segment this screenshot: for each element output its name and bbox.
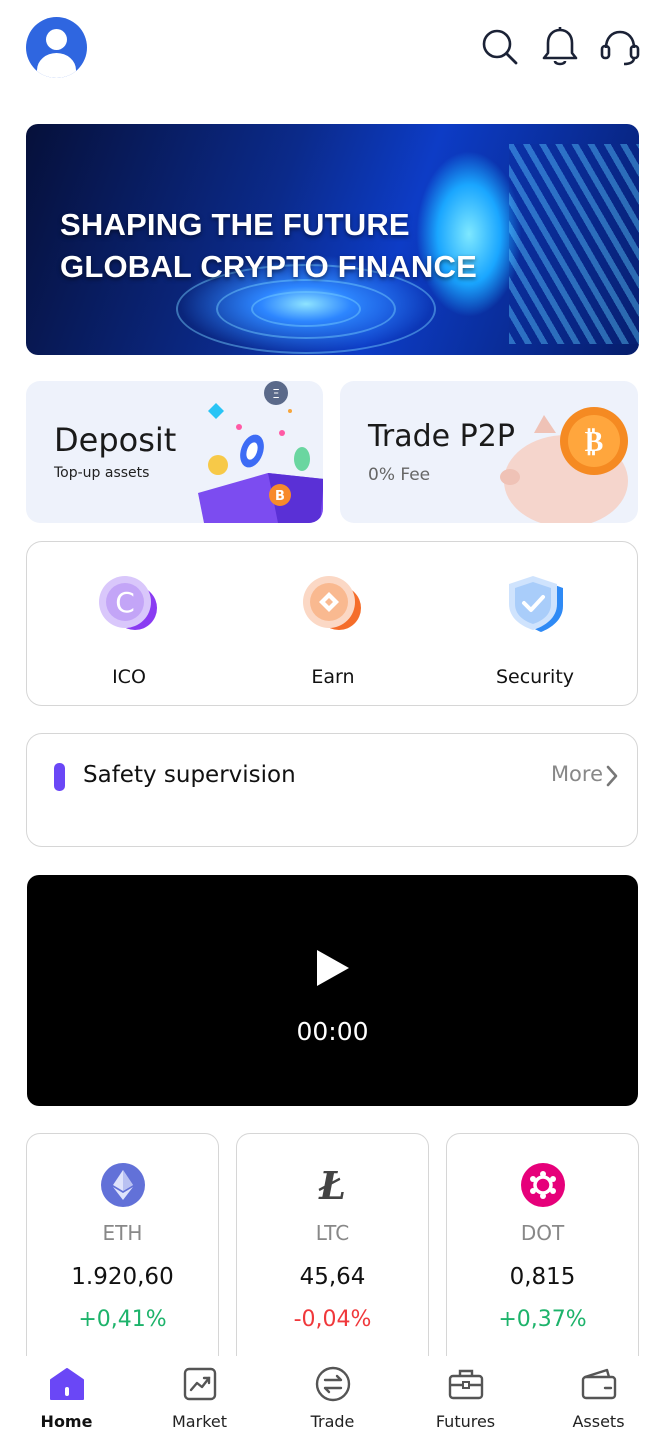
ticker-symbol: ETH: [102, 1221, 143, 1245]
ticker-symbol: LTC: [315, 1221, 350, 1245]
tab-futures[interactable]: Futures: [399, 1356, 532, 1440]
deposit-illustration-icon: Ξ B: [198, 381, 323, 523]
tab-market[interactable]: Market: [133, 1356, 266, 1440]
deposit-card[interactable]: Deposit Top-up assets Ξ B: [26, 381, 323, 523]
feature-ico[interactable]: C ICO: [29, 572, 229, 688]
video-timestamp: 00:00: [296, 1017, 369, 1046]
top-bar: [0, 0, 665, 100]
tab-home[interactable]: Home: [0, 1356, 133, 1440]
ticker-price: 0,815: [509, 1264, 576, 1290]
feature-grid: C ICO Earn Security: [26, 541, 638, 706]
ticker-change: +0,37%: [498, 1307, 587, 1332]
piggy-bank-icon: ₿: [500, 407, 628, 523]
svg-text:C: C: [115, 586, 135, 619]
quick-action-cards: Deposit Top-up assets Ξ B ₿ Trade P2P 0%…: [26, 381, 638, 523]
trade-p2p-card[interactable]: ₿ Trade P2P 0% Fee: [340, 381, 638, 523]
bell-icon[interactable]: [539, 26, 581, 68]
headset-icon[interactable]: [599, 26, 641, 68]
trade-p2p-title: Trade P2P: [368, 419, 515, 454]
promo-banner[interactable]: SHAPING THE FUTURE GLOBAL CRYPTO FINANCE: [26, 124, 639, 355]
banner-title: SHAPING THE FUTURE GLOBAL CRYPTO FINANCE: [60, 204, 477, 288]
bottom-tab-bar: Home Market Trade Futures Assets: [0, 1356, 665, 1440]
ltc-coin-icon: Ł: [319, 1162, 346, 1208]
earn-diamond-icon: [301, 572, 365, 636]
shield-check-icon: [503, 572, 567, 636]
tab-trade[interactable]: Trade: [266, 1356, 399, 1440]
ticker-price: 45,64: [299, 1264, 366, 1290]
user-avatar-icon[interactable]: [26, 17, 87, 78]
briefcase-icon: [448, 1366, 484, 1402]
dot-coin-icon: [520, 1163, 565, 1207]
chevron-right-icon[interactable]: [605, 764, 619, 788]
ticker-card-eth[interactable]: ETH 1.920,60 +0,41%: [26, 1133, 219, 1373]
trade-p2p-subtitle: 0% Fee: [368, 465, 431, 485]
tab-label: Assets: [572, 1412, 625, 1431]
more-link[interactable]: More: [551, 762, 603, 786]
safety-supervision-panel: Safety supervision More: [26, 733, 638, 847]
ticker-change: -0,04%: [293, 1307, 372, 1332]
play-icon[interactable]: [315, 948, 351, 988]
tab-label: Home: [40, 1412, 93, 1431]
feature-label: Security: [495, 666, 575, 688]
feature-earn[interactable]: Earn: [233, 572, 433, 688]
ticker-price: 1.920,60: [71, 1264, 174, 1290]
ticker-change: +0,41%: [78, 1307, 167, 1332]
tab-label: Trade: [310, 1412, 355, 1431]
exchange-icon: [315, 1366, 351, 1402]
banner-line-1: SHAPING THE FUTURE: [60, 207, 410, 242]
market-tickers: ETH 1.920,60 +0,41% Ł LTC 45,64 -0,04% D…: [26, 1133, 639, 1373]
tab-assets[interactable]: Assets: [532, 1356, 665, 1440]
banner-line-2: GLOBAL CRYPTO FINANCE: [60, 249, 477, 284]
wallet-icon: [581, 1366, 617, 1402]
feature-security[interactable]: Security: [435, 572, 635, 688]
deposit-subtitle: Top-up assets: [54, 465, 150, 481]
video-player[interactable]: 00:00: [27, 875, 638, 1106]
ticker-card-ltc[interactable]: Ł LTC 45,64 -0,04%: [236, 1133, 429, 1373]
svg-text:Ξ: Ξ: [272, 387, 280, 401]
ticker-symbol: DOT: [520, 1221, 565, 1245]
chart-icon: [182, 1366, 218, 1402]
home-icon: [49, 1366, 85, 1402]
deposit-title: Deposit: [54, 421, 177, 459]
tab-label: Market: [172, 1412, 227, 1431]
search-icon[interactable]: [479, 26, 521, 68]
shard-graphic: [509, 144, 639, 344]
svg-text:₿: ₿: [585, 425, 604, 458]
feature-label: Earn: [311, 666, 355, 688]
top-actions: [479, 26, 641, 68]
tab-label: Futures: [435, 1412, 496, 1431]
section-accent-bar: [54, 763, 65, 791]
feature-label: ICO: [112, 666, 146, 688]
svg-text:B: B: [275, 489, 285, 504]
safety-title: Safety supervision: [83, 762, 296, 788]
ico-coin-icon: C: [97, 572, 161, 636]
ticker-card-dot[interactable]: DOT 0,815 +0,37%: [446, 1133, 639, 1373]
eth-coin-icon: [100, 1163, 145, 1207]
